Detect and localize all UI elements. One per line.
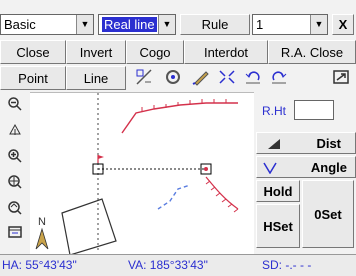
point-button[interactable]: Point [0, 66, 66, 90]
offset-icon[interactable] [132, 66, 158, 88]
rht-input[interactable] [294, 100, 334, 120]
ha-readout: HA: 55°43'43" [2, 258, 77, 272]
north-label: N [38, 216, 46, 228]
map-canvas[interactable]: N [30, 92, 254, 256]
hset-button[interactable]: HSet [256, 204, 300, 248]
line-type-select-value: Real line [102, 17, 157, 32]
export-icon[interactable] [328, 66, 354, 88]
mode-select-value: Basic [4, 17, 36, 32]
angle-icon [263, 162, 277, 174]
zoom-in-icon[interactable] [4, 146, 26, 166]
angle-label: Angle [310, 159, 347, 175]
line-type-select[interactable]: Real line ▼ [98, 14, 176, 35]
number-select[interactable]: 1 ▼ [252, 14, 328, 35]
zoom-out-icon[interactable] [4, 94, 26, 114]
redo-icon[interactable] [266, 66, 292, 88]
draw-row: Point Line [0, 66, 356, 90]
triangle-icon [268, 139, 280, 149]
building-outline [61, 198, 117, 256]
map-tools [0, 92, 30, 242]
station-flag-icon [98, 155, 104, 159]
chevron-down-icon[interactable]: ▼ [158, 15, 175, 34]
hold-button[interactable]: Hold [256, 180, 300, 202]
top-toolbar: Basic ▼ Real line ▼ Rule 1 ▼ X [0, 14, 356, 36]
cogo-button[interactable]: Cogo [126, 40, 184, 64]
oset-button[interactable]: 0Set [302, 180, 354, 248]
zoom-window-icon[interactable] [4, 172, 26, 192]
ra-close-button[interactable]: R.A. Close [268, 40, 356, 64]
zoom-previous-icon[interactable] [4, 198, 26, 218]
mode-select[interactable]: Basic ▼ [0, 14, 94, 35]
number-select-value: 1 [256, 17, 264, 32]
map-drawing: N [35, 93, 239, 256]
breakline-bottom [205, 176, 239, 210]
undo-icon[interactable] [240, 66, 266, 88]
close-button[interactable]: Close [0, 40, 66, 64]
interdot-button[interactable]: Interdot [184, 40, 268, 64]
breakline-top [121, 102, 238, 134]
dist-label: Dist [316, 135, 341, 151]
rht-label: R.Ht [262, 104, 286, 118]
survey-path-blue [157, 184, 191, 210]
close-x-button[interactable]: X [332, 14, 354, 35]
pencil-icon[interactable] [188, 66, 214, 88]
chevron-down-icon[interactable]: ▼ [310, 15, 327, 34]
angle-button[interactable]: Angle [256, 156, 356, 178]
right-panel: R.Ht Dist Angle Hold HSet 0Set [254, 92, 356, 254]
invert-button[interactable]: Invert [66, 40, 126, 64]
va-readout: VA: 185°33'43" [128, 258, 208, 272]
command-row: Close Invert Cogo Interdot R.A. Close [0, 40, 356, 64]
line-button[interactable]: Line [66, 66, 126, 90]
dist-button[interactable]: Dist [256, 132, 356, 154]
settings-icon[interactable] [160, 66, 186, 88]
status-bar: HA: 55°43'43" VA: 185°33'43" SD: -.- - - [0, 254, 356, 276]
layer-icon[interactable] [4, 222, 26, 242]
breakline-bottom-ticks [205, 180, 239, 213]
north-arrow-icon [35, 227, 49, 250]
survey-app-screen: Basic ▼ Real line ▼ Rule 1 ▼ X Close Inv… [0, 0, 356, 276]
pan-icon[interactable] [4, 120, 26, 140]
rule-button[interactable]: Rule [180, 14, 250, 35]
zoom-extent-icon[interactable] [214, 66, 240, 88]
sd-readout: SD: -.- - - [262, 258, 312, 272]
chevron-down-icon[interactable]: ▼ [76, 15, 93, 34]
